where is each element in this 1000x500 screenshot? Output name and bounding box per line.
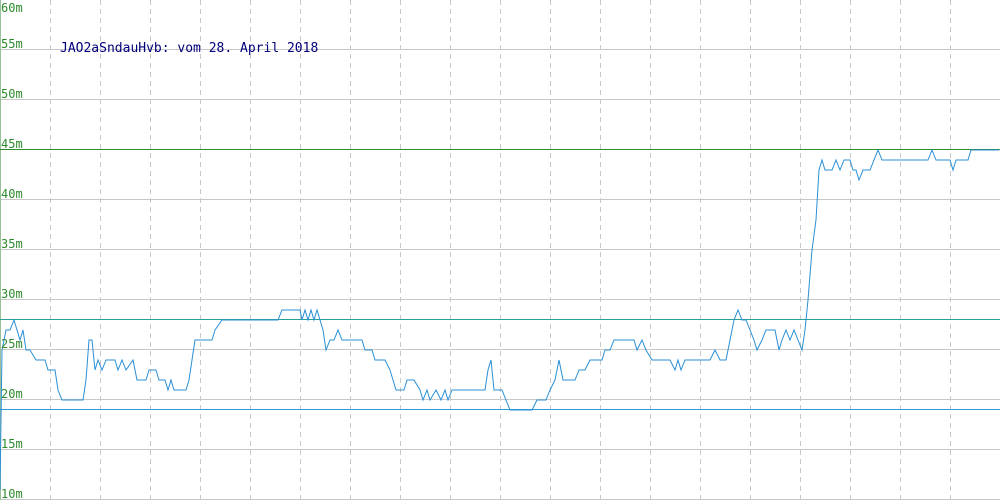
line-chart: 10m 15m 20m 25m 30m 35m 40m 45m 50m 55m 60m JAO2aS… (0, 0, 1000, 500)
y-tick-label: 25m (1, 337, 23, 351)
y-tick-label: 50m (1, 87, 23, 101)
y-tick-label: 45m (1, 137, 23, 151)
grid-layer (0, 0, 1000, 500)
y-tick-label: 20m (1, 387, 23, 401)
y-tick-label: 30m (1, 287, 23, 301)
y-tick-label: 10m (1, 487, 23, 500)
chart-title: JAO2aSndauHvb: vom 28. April 2018 (60, 41, 318, 56)
y-tick-label: 35m (1, 237, 23, 251)
y-tick-label: 15m (1, 437, 23, 451)
y-tick-label: 60m (1, 1, 23, 15)
chart-area: 10m 15m 20m 25m 30m 35m 40m 45m 50m 55m 60m JAO2aS… (0, 0, 1000, 500)
y-tick-label: 55m (1, 37, 23, 51)
y-tick-label: 40m (1, 187, 23, 201)
y-tick-labels: 10m 15m 20m 25m 30m 35m 40m 45m 50m 55m 60m (1, 1, 23, 500)
